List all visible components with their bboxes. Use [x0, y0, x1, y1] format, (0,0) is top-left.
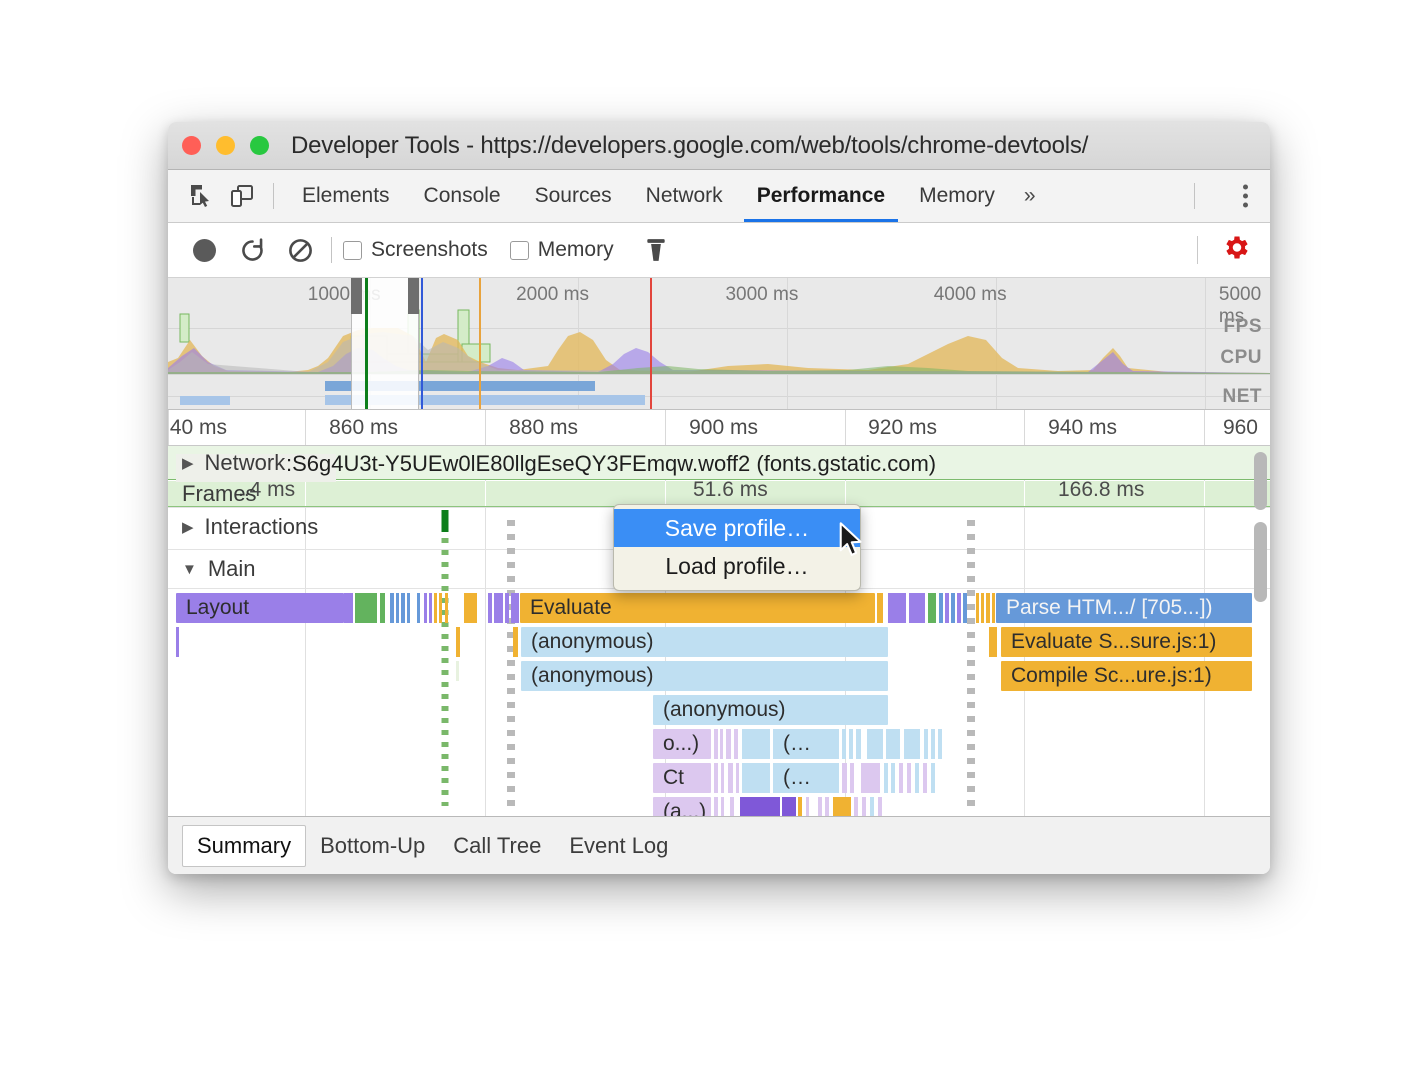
- flame-bar-anonymous-2[interactable]: (anonymous): [521, 661, 888, 691]
- devtools-panel-tabbar: Elements Console Sources Network Perform…: [168, 170, 1270, 223]
- ruler-label-860: 860 ms: [329, 416, 405, 440]
- ruler-label-880: 880 ms: [509, 416, 585, 440]
- selection-handle-right[interactable]: [408, 278, 419, 314]
- ruler-label-900: 900 ms: [689, 416, 765, 440]
- frames-track-label: Frames: [182, 481, 257, 507]
- context-menu-item-save-profile[interactable]: Save profile…: [614, 509, 860, 547]
- panel-tab-list: Elements Console Sources Network Perform…: [285, 170, 1048, 222]
- more-options-icon[interactable]: [1239, 181, 1252, 212]
- overview-lane-fps: FPS: [1224, 316, 1262, 338]
- network-request-tooltip: :S6g4U3t-Y5UEw0lE80llgEseQY3FEmqw.woff2 …: [286, 451, 936, 477]
- flame-bar-evaluate-script-2[interactable]: Evaluate S...sure.js:1): [1001, 627, 1252, 657]
- memory-checkbox-box: [510, 241, 529, 260]
- toolbar-divider: [273, 183, 274, 209]
- timeline-ruler: 40 ms 860 ms 880 ms 900 ms 920 ms 940 ms…: [168, 410, 1270, 446]
- tab-summary[interactable]: Summary: [182, 825, 306, 867]
- network-track-header[interactable]: ▶ Network: [168, 450, 285, 476]
- tab-elements[interactable]: Elements: [285, 170, 407, 222]
- marker-dcl: [365, 278, 368, 409]
- record-circle-icon: [193, 239, 216, 262]
- flame-bar-paren-1[interactable]: (…: [773, 729, 839, 759]
- flame-chart-area[interactable]: ▶ Network ..4 ms 51.6 ms 166.8 ms Frames…: [168, 446, 1270, 816]
- flame-bar-paren-2[interactable]: (…: [773, 763, 839, 793]
- timeline-overview[interactable]: 1000 ms 2000 ms 3000 ms 4000 ms 5000 ms: [168, 278, 1270, 410]
- marker-fmp: [479, 278, 481, 409]
- devtools-window: Developer Tools - https://developers.goo…: [168, 122, 1270, 874]
- overview-selection-window[interactable]: [351, 278, 419, 409]
- screenshot-root: Developer Tools - https://developers.goo…: [0, 0, 1419, 1065]
- capture-settings-gear-icon[interactable]: [1222, 233, 1252, 268]
- toolbar-divider-right: [1194, 183, 1195, 209]
- flame-row5-ticks: [168, 763, 1270, 793]
- collect-garbage-button[interactable]: [636, 230, 676, 270]
- frame-duration-2: 51.6 ms: [693, 481, 768, 502]
- maximize-window-button[interactable]: [250, 136, 269, 155]
- flame-row4-ticks: [168, 729, 1270, 759]
- tab-performance[interactable]: Performance: [740, 170, 902, 222]
- flame-row6-ticks: [168, 797, 1270, 816]
- memory-checkbox[interactable]: Memory: [510, 238, 614, 262]
- flame-bar-anonymous-1[interactable]: (anonymous): [521, 627, 888, 657]
- clear-recording-button[interactable]: [280, 230, 320, 270]
- profile-context-menu[interactable]: Save profile… Load profile…: [613, 504, 861, 591]
- tab-console[interactable]: Console: [407, 170, 518, 222]
- overview-graphs: [168, 278, 1270, 410]
- tab-call-tree[interactable]: Call Tree: [439, 825, 555, 867]
- reload-and-record-button[interactable]: [232, 230, 272, 270]
- screenshots-label: Screenshots: [371, 238, 488, 262]
- ruler-label-960: 960: [1223, 416, 1265, 440]
- tab-bottom-up[interactable]: Bottom-Up: [306, 825, 439, 867]
- marker-onload: [650, 278, 652, 409]
- inspect-element-icon[interactable]: [182, 176, 222, 216]
- tracks-scrollbar-thumb-top[interactable]: [1254, 452, 1267, 510]
- overview-lane-cpu: CPU: [1220, 347, 1262, 369]
- record-button[interactable]: [184, 230, 224, 270]
- memory-label: Memory: [538, 238, 614, 262]
- minimize-window-button[interactable]: [216, 136, 235, 155]
- details-tabbar: Summary Bottom-Up Call Tree Event Log: [168, 816, 1270, 874]
- flame-bar-anonymous-3[interactable]: (anonymous): [653, 695, 888, 725]
- settings-divider: [1197, 236, 1198, 264]
- device-toolbar-icon[interactable]: [222, 176, 262, 216]
- more-panels-chevron-icon[interactable]: »: [1012, 184, 1048, 208]
- tab-memory[interactable]: Memory: [902, 170, 1012, 222]
- frame-duration-3: 166.8 ms: [1058, 481, 1144, 502]
- context-menu-item-load-profile[interactable]: Load profile…: [614, 547, 860, 585]
- selection-handle-left[interactable]: [351, 278, 362, 314]
- ruler-label-940: 940 ms: [1048, 416, 1124, 440]
- ruler-label-920: 920 ms: [868, 416, 944, 440]
- screenshots-checkbox-box: [343, 241, 362, 260]
- frames-track-header[interactable]: Frames: [168, 481, 257, 507]
- expand-triangle-icon: ▶: [182, 456, 194, 471]
- controls-divider: [331, 237, 332, 263]
- performance-controls-toolbar: Screenshots Memory: [168, 223, 1270, 278]
- window-traffic-lights: [182, 136, 269, 155]
- tab-network[interactable]: Network: [629, 170, 740, 222]
- marker-load: [421, 278, 423, 409]
- mouse-cursor-icon: [838, 522, 864, 563]
- flame-bar-parse-html[interactable]: Parse HTM.../ [705...]): [996, 593, 1252, 623]
- flame-bar-compile-script[interactable]: Compile Sc...ure.js:1): [1001, 661, 1252, 691]
- screenshots-checkbox[interactable]: Screenshots: [343, 238, 488, 262]
- window-titlebar: Developer Tools - https://developers.goo…: [168, 122, 1270, 170]
- ruler-label-840: 40 ms: [170, 416, 234, 440]
- network-track-label: Network: [205, 450, 286, 476]
- tab-sources[interactable]: Sources: [518, 170, 629, 222]
- overview-lane-net: NET: [1223, 386, 1263, 408]
- tracks-scrollbar-thumb[interactable]: [1254, 522, 1267, 602]
- close-window-button[interactable]: [182, 136, 201, 155]
- window-title: Developer Tools - https://developers.goo…: [291, 132, 1088, 160]
- tab-event-log[interactable]: Event Log: [555, 825, 682, 867]
